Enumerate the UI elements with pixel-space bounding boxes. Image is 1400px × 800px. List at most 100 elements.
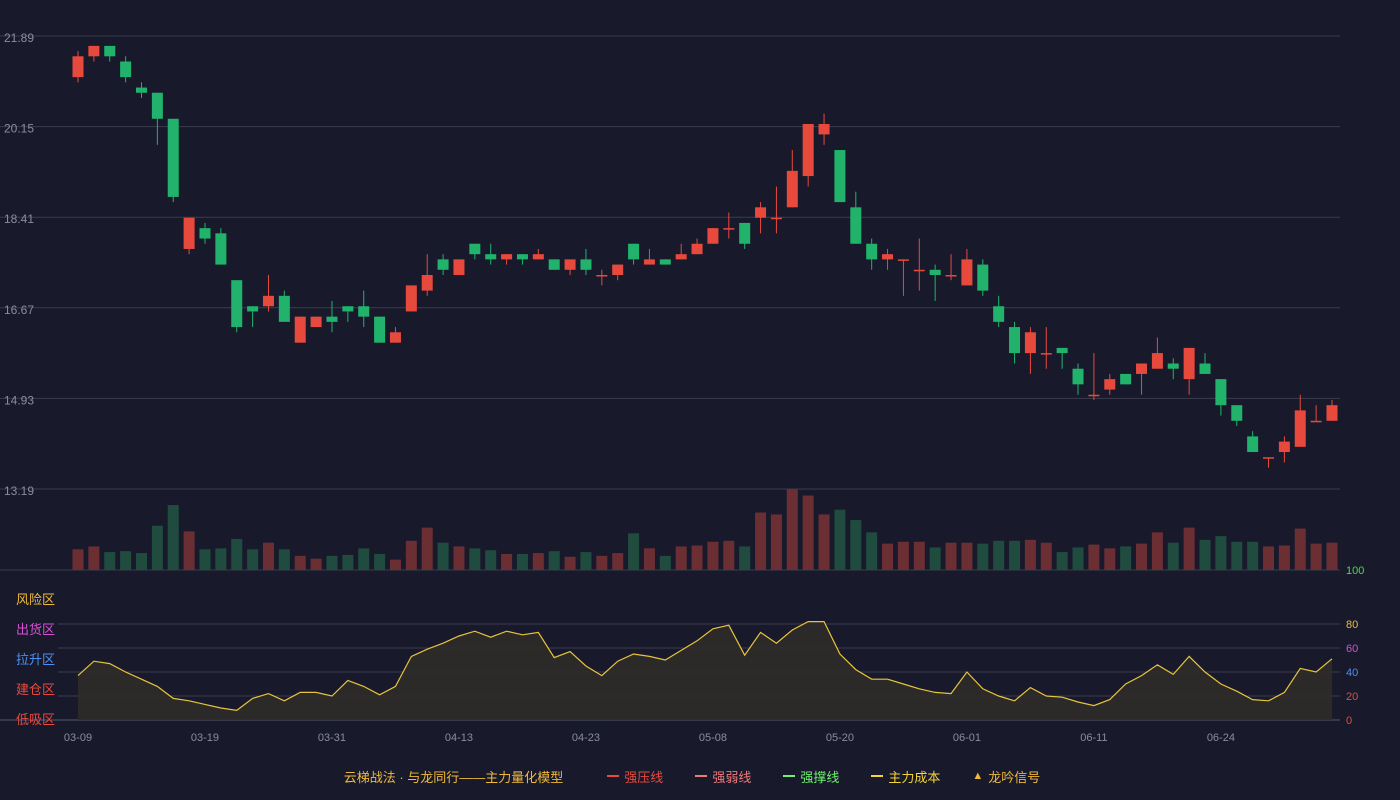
indicator-tick-label: 80	[1346, 619, 1358, 631]
candle-body	[628, 243, 640, 260]
volume-bar	[135, 553, 147, 570]
candle-body	[326, 316, 338, 322]
candle-body	[342, 306, 354, 312]
candle-body	[643, 259, 655, 265]
volume-bar	[1136, 543, 1148, 570]
volume-bar	[485, 550, 497, 570]
candle-body	[1215, 379, 1227, 406]
volume-bar	[389, 559, 401, 570]
date-tick-label: 04-13	[445, 732, 473, 744]
legend-swatch-strength	[695, 775, 708, 777]
candle-body	[421, 274, 433, 291]
candle-body	[389, 332, 401, 343]
volume-bar	[1167, 542, 1179, 570]
date-tick-label: 06-01	[953, 732, 981, 744]
candle-body	[151, 92, 163, 119]
triangle-icon: ▲	[972, 770, 984, 782]
indicator-tick-label: 100	[1346, 565, 1364, 577]
volume-bar	[1183, 527, 1195, 570]
candle-body	[374, 316, 386, 343]
legend-title: 云梯战法 · 与龙同行——主力量化模型	[343, 769, 564, 785]
date-tick-label: 06-24	[1207, 732, 1235, 744]
candle-body	[818, 123, 830, 135]
volume-bar	[326, 555, 338, 570]
price-tick-label: 14.93	[4, 393, 34, 407]
candle-body	[850, 207, 862, 244]
candle-body	[659, 259, 671, 265]
volume-bar	[310, 558, 322, 570]
candle-body	[882, 254, 894, 260]
price-tick-label: 13.19	[4, 484, 34, 498]
volume-bar	[1056, 552, 1068, 570]
candle-body	[1326, 405, 1338, 421]
volume-bar	[1310, 543, 1322, 570]
legend-item-strength-line[interactable]: 强弱线	[695, 767, 751, 786]
candle-body	[580, 259, 592, 270]
candle-body	[501, 254, 513, 260]
volume-bar	[596, 555, 608, 570]
indicator-area	[78, 621, 1332, 720]
volume-bar	[1278, 545, 1290, 570]
volume-bar	[1199, 539, 1211, 570]
candle-body	[72, 56, 84, 78]
candle-body	[1247, 436, 1259, 453]
candle-body	[755, 207, 767, 218]
volume-bar	[183, 531, 195, 570]
candle-body	[1151, 353, 1163, 369]
candle-body	[1263, 457, 1275, 459]
candle-body	[1199, 363, 1211, 374]
legend-swatch-support	[783, 775, 796, 777]
candle-body	[596, 274, 608, 277]
volume-bar	[469, 548, 481, 570]
candle-body	[1310, 420, 1322, 423]
candle-body	[437, 259, 449, 270]
volume-bar	[215, 548, 227, 570]
volume-bar	[342, 554, 354, 570]
candle-body	[945, 274, 957, 277]
indicator-tick-label: 40	[1346, 667, 1358, 679]
chart-legend: 云梯战法 · 与龙同行——主力量化模型 强压线 强弱线 强撑线 主力成本 ▲ 龙…	[0, 764, 1400, 788]
candle-body	[1024, 332, 1036, 354]
candle-body	[199, 228, 211, 239]
candle-body	[120, 61, 132, 78]
price-axis: 21.89 20.15 18.41 16.67 14.93 13.19	[4, 31, 34, 498]
date-tick-label: 03-19	[191, 732, 219, 744]
candle-body	[739, 222, 751, 244]
volume-bar	[1326, 542, 1338, 570]
volume-bar	[278, 549, 290, 570]
legend-item-support-line[interactable]: 强撑线	[783, 767, 839, 786]
candle-body	[961, 259, 973, 286]
volume-bar	[770, 514, 782, 570]
volume-bar	[247, 549, 259, 570]
candle-body	[1040, 353, 1052, 355]
candle-body	[707, 228, 719, 244]
volume-bar	[1072, 547, 1084, 570]
legend-swatch-pressure	[607, 775, 620, 777]
volume-bar	[1263, 546, 1275, 570]
volume-bar	[231, 538, 243, 570]
volume-bar	[532, 553, 544, 570]
volume-bar	[88, 546, 100, 570]
volume-bar	[1040, 542, 1052, 570]
volume-bar	[358, 548, 370, 570]
volume-bar	[850, 520, 862, 570]
legend-label-pressure: 强压线	[624, 769, 664, 785]
volume-bar	[675, 546, 687, 570]
volume-bar	[421, 527, 433, 570]
price-tick-label: 20.15	[4, 122, 34, 136]
candle-body	[1009, 327, 1021, 354]
candle-body	[358, 306, 370, 317]
legend-item-cost-line[interactable]: 主力成本	[871, 767, 940, 786]
volume-bar	[1104, 548, 1116, 570]
candle-body	[548, 259, 560, 270]
legend-item-signal[interactable]: ▲ 龙吟信号	[972, 767, 1040, 786]
volume-bar	[802, 495, 814, 570]
legend-item-pressure-line[interactable]: 强压线	[607, 767, 663, 786]
candle-body	[913, 269, 925, 272]
candle-body	[770, 217, 782, 220]
price-tick-label: 16.67	[4, 303, 34, 317]
candle-body	[183, 217, 195, 249]
volume-bar	[453, 546, 465, 570]
candle-body	[1104, 379, 1116, 390]
indicator-tick-label: 0	[1346, 715, 1352, 727]
